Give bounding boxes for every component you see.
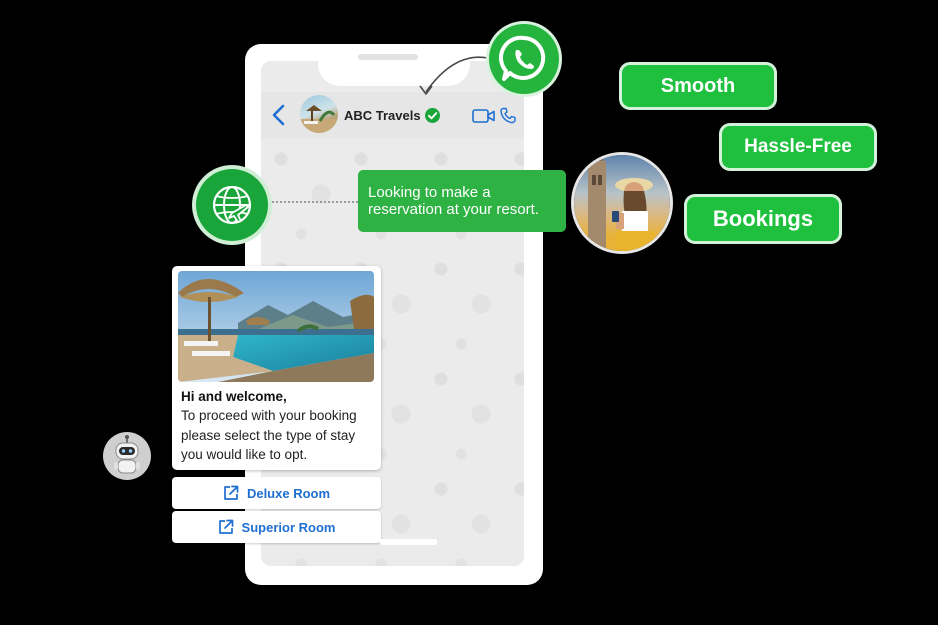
- phone-speaker: [358, 54, 418, 60]
- whatsapp-badge: [489, 24, 559, 94]
- user-message-bubble: Looking to make a reservation at your re…: [358, 170, 566, 232]
- contact-name: ABC Travels: [344, 108, 421, 123]
- tag-hassle-free: Hassle-Free: [722, 126, 874, 168]
- external-link-icon: [218, 519, 233, 534]
- customer-avatar: [574, 155, 670, 251]
- dotted-connector: [268, 201, 362, 203]
- tag-bookings: Bookings: [687, 197, 839, 241]
- video-call-icon[interactable]: [472, 108, 496, 124]
- globe-badge: [196, 169, 268, 241]
- superior-room-label: Superior Room: [241, 519, 336, 535]
- whatsapp-icon: [499, 35, 546, 81]
- deluxe-room-button[interactable]: Deluxe Room: [172, 477, 381, 509]
- bot-avatar: [103, 432, 151, 480]
- contact-avatar[interactable]: [300, 95, 338, 133]
- external-link-icon: [224, 485, 239, 500]
- deluxe-room-label: Deluxe Room: [246, 485, 331, 501]
- bot-message-line: please select the type of stay: [181, 428, 356, 443]
- robot-icon: [114, 435, 140, 474]
- back-chevron-icon[interactable]: [270, 104, 288, 126]
- resort-image: [178, 271, 374, 382]
- curved-arrow: [419, 56, 489, 95]
- globe-plane-icon: [212, 185, 252, 225]
- tag-smooth: Smooth: [622, 65, 774, 107]
- decorative-bar: [380, 539, 437, 545]
- superior-room-button[interactable]: Superior Room: [172, 511, 381, 543]
- verified-check-icon: [425, 108, 440, 123]
- bot-message-line: To proceed with your booking: [181, 408, 357, 423]
- bot-message-line: you would like to opt.: [181, 447, 308, 462]
- bot-message-heading: Hi and welcome,: [181, 389, 287, 404]
- phone-call-icon[interactable]: [500, 107, 516, 124]
